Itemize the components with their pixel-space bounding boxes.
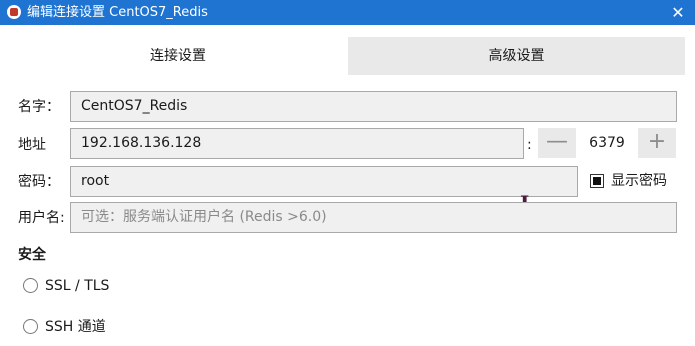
security-section-title: 安全: [18, 247, 46, 263]
show-password-label[interactable]: 显示密码: [611, 171, 667, 191]
address-label: 地址: [18, 137, 46, 153]
name-input[interactable]: CentOS7_Redis: [70, 91, 677, 122]
show-password-checkbox[interactable]: [590, 174, 604, 188]
name-label: 名字：: [18, 99, 60, 115]
ssh-tunnel-label[interactable]: SSH 通道: [45, 317, 106, 337]
ssl-tls-label[interactable]: SSL / TLS: [45, 276, 109, 296]
title-bar: 编辑连接设置 CentOS7_Redis ✕: [0, 0, 695, 25]
port-decrement-button[interactable]: —: [538, 128, 576, 158]
password-input[interactable]: root: [70, 166, 578, 197]
redis-app-icon: [7, 5, 21, 19]
username-label: 用户名:: [18, 210, 65, 226]
username-input[interactable]: 可选：服务端认证用户名 (Redis >6.0): [70, 202, 677, 233]
close-icon[interactable]: ✕: [661, 0, 695, 25]
tab-connection-settings[interactable]: 连接设置: [10, 37, 346, 75]
port-increment-button[interactable]: +: [638, 128, 676, 158]
window-title: 编辑连接设置 CentOS7_Redis: [27, 5, 208, 20]
port-input[interactable]: 6379: [578, 128, 636, 158]
address-input[interactable]: 192.168.136.128: [70, 128, 524, 159]
tab-advanced-settings[interactable]: 高级设置: [348, 37, 685, 75]
password-label: 密码：: [18, 174, 60, 190]
ssh-tunnel-radio[interactable]: [23, 319, 38, 334]
address-port-separator: :: [527, 137, 532, 153]
ssl-tls-radio[interactable]: [23, 278, 38, 293]
